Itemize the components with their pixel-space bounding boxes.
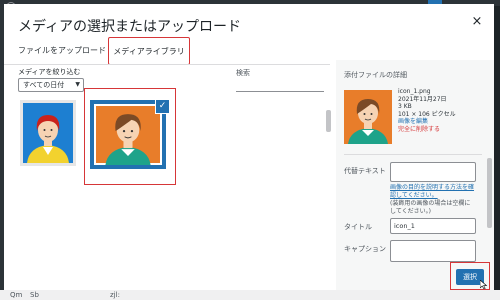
details-thumbnail	[344, 90, 392, 144]
attachment-details-sidebar: 添付ファイルの詳細 icon_1.png 2021年11月27日 3 KB 10…	[336, 60, 494, 290]
attachment-meta: icon_1.png 2021年11月27日 3 KB 101 × 106 ピク…	[398, 88, 456, 134]
details-divider	[344, 154, 482, 155]
alt-text-label: 代替テキスト	[344, 167, 386, 175]
search-label: 検索	[236, 69, 250, 77]
alt-text-help-link[interactable]: 画像の目的を説明する方法を確認してください。	[390, 184, 476, 199]
person-avatar-brown-hair-icon	[348, 99, 388, 144]
alt-text-help-note: (装飾用の画像の場合は空欄にしてください。)	[390, 200, 471, 215]
media-modal: メディアの選択またはアップロード × ファイルをアップロード メディアライブラリ…	[4, 4, 494, 290]
mouse-cursor-icon	[480, 280, 488, 289]
tab-media-library[interactable]: メディアライブラリ	[108, 37, 190, 65]
alt-text-field[interactable]	[390, 162, 476, 182]
library-scrollbar[interactable]	[326, 110, 331, 132]
details-heading: 添付ファイルの詳細	[344, 71, 407, 79]
person-avatar-brown-hair-icon	[105, 114, 151, 165]
modal-title: メディアの選択またはアップロード	[18, 19, 242, 35]
search-input[interactable]	[236, 78, 324, 92]
checkmark-icon[interactable]: ✓	[156, 100, 169, 113]
chevron-down-icon: ▼	[75, 81, 80, 88]
close-button[interactable]: ×	[469, 14, 485, 30]
background-text-1: Qm	[10, 291, 23, 299]
filter-label: メディアを絞り込む	[18, 68, 81, 76]
attachment-thumbnail-1[interactable]	[20, 100, 76, 166]
caption-label: キャプション	[344, 245, 386, 253]
tabs-divider	[4, 64, 330, 65]
tab-upload-files[interactable]: ファイルをアップロード	[18, 41, 106, 61]
background-text-2: Sb	[30, 291, 39, 299]
person-avatar-red-hair-icon	[27, 115, 69, 163]
delete-permanently-link[interactable]: 完全に削除する	[398, 126, 456, 134]
meta-filename: icon_1.png	[398, 88, 431, 95]
title-field[interactable]	[390, 218, 476, 234]
background-text-3: zjl:	[110, 291, 120, 299]
details-scrollbar[interactable]	[487, 158, 492, 228]
attachment-thumbnail-2[interactable]	[90, 100, 166, 169]
title-label: タイトル	[344, 223, 372, 231]
caption-field[interactable]	[390, 240, 476, 262]
background-page: Qm Sb zjl:	[0, 290, 500, 300]
date-filter-value: すべての日付	[23, 81, 65, 89]
edit-image-link[interactable]: 画像を編集	[398, 118, 456, 126]
meta-size: 3 KB	[398, 103, 412, 111]
date-filter-select[interactable]: すべての日付 ▼	[18, 78, 84, 92]
meta-date: 2021年11月27日	[398, 95, 447, 103]
